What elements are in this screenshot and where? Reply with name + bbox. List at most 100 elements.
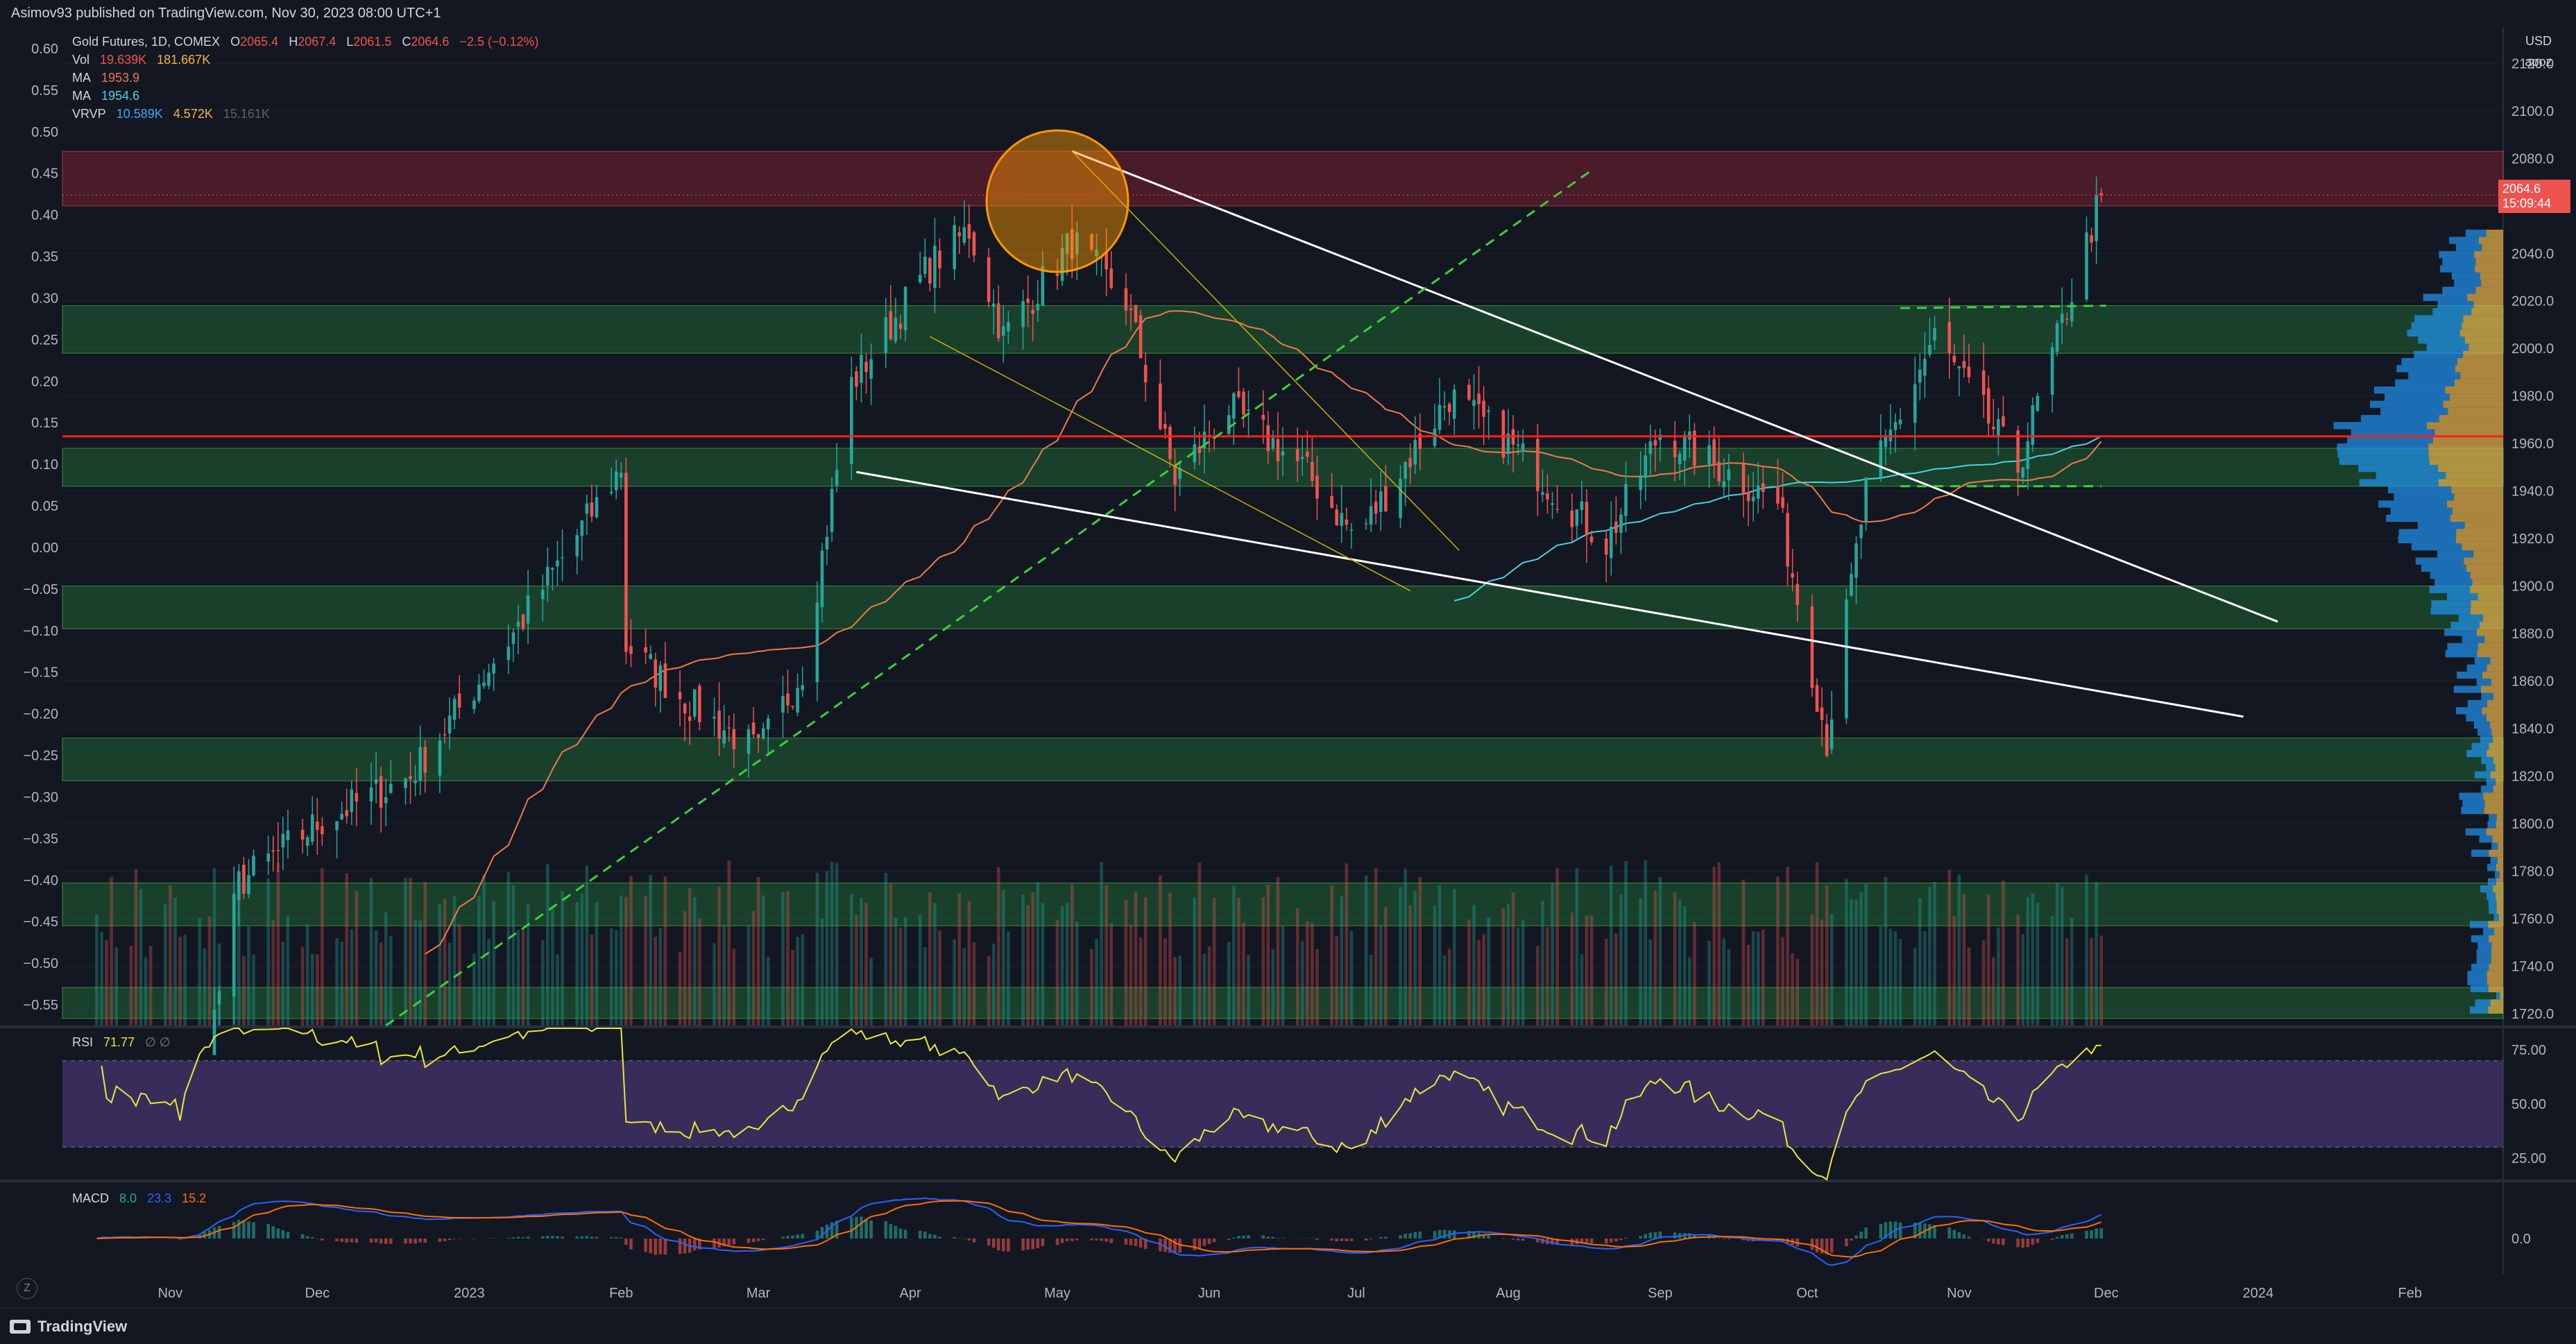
vrvp-bar-down [2453,507,2503,515]
macd-hist-bar [321,1239,324,1241]
volume-bar [345,873,349,1026]
volume-bar [791,950,794,1026]
price-tick: 2080.0 [2511,151,2554,167]
vrvp-bar-down [2475,287,2503,294]
volume-bar [1467,919,1471,1026]
price-chart[interactable]: 75.0050.0025.00 0.0 2120.02100.02080.020… [0,0,2576,1344]
vrvp-bar-up [2395,379,2455,386]
volume-bar [1541,901,1544,1026]
currency-label[interactable]: USD [2504,31,2573,51]
volume-bar [1511,892,1515,1026]
countdown: 15:09:44 [2502,196,2552,211]
volume-bar [252,954,255,1026]
macd-hist-bar [967,1239,971,1241]
left-scale-tick: −0.10 [23,624,58,639]
vrvp-bar-up [2462,799,2485,808]
volume-bar [991,943,996,1026]
vrvp-bar-up [2461,807,2484,815]
macd-hist-bar [1193,1239,1197,1250]
macd-hist-bar [1648,1232,1653,1239]
vrvp-bar-down [2496,778,2503,786]
macd-hist-bar [217,1225,221,1239]
volume-bar [898,927,903,1026]
candle-body [1947,321,1952,354]
volume-bar [1762,929,1765,1026]
volume-bar [1007,931,1010,1026]
volume-bar [1021,894,1025,1026]
volume-bar [506,872,511,1026]
volume-bar [1516,927,1520,1026]
macd-hist-bar [786,1236,790,1239]
candle-body [1002,326,1005,337]
candle-body [516,621,520,627]
rsi-label[interactable]: RSI [72,1035,93,1049]
candle-body [281,833,285,848]
macd-hist-bar [1653,1232,1657,1239]
vrvp-bar-down [2490,999,2503,1007]
volume-bar [321,868,324,1026]
volume-bar [1452,889,1456,1026]
vrvp-bar-up [2408,372,2461,380]
candle-body [1997,419,2000,436]
macd-hist-bar [1090,1239,1093,1241]
volume-bar [2099,935,2104,1026]
vrvp-bar-up [2414,315,2464,323]
zoom-button[interactable]: Z [17,1278,37,1299]
candle-body [835,470,839,486]
vrvp-bar-up [2486,764,2496,772]
vrvp-bar-up [2447,593,2478,601]
macd-hist-bar [1109,1239,1114,1243]
vrvp-bar-up [2487,878,2497,885]
volume-bar [1992,957,1995,1026]
candle-body [1335,509,1339,526]
vrvp-bar-up [2487,821,2496,828]
volume-bar [1967,947,1971,1026]
volume-bar [369,877,373,1026]
ma2-label[interactable]: MA [72,89,91,103]
left-scale-tick: 0.10 [31,457,58,473]
vrvp-bar-down [2491,942,2503,950]
volume-bar [1026,905,1030,1026]
volume-bar [242,955,246,1026]
candle-body [1555,509,1559,510]
time-axis-label: Nov [158,1286,183,1301]
macd-hist-bar [1031,1239,1035,1250]
vrvp-bar-up [2337,450,2429,458]
candle-body [698,686,701,722]
ma1-label[interactable]: MA [72,71,91,85]
candle-body [1369,506,1373,525]
volume-bar [526,904,530,1026]
top-highlight-circle [985,129,1129,273]
candle-body [242,865,246,894]
macd-hist-bar [418,1239,422,1243]
vrvp-bar-up [2426,343,2469,351]
vrvp-bar-up [2467,971,2487,978]
volume-bar [747,925,751,1026]
vol-label[interactable]: Vol [72,53,89,67]
candle-body [335,821,339,831]
candle-body [1981,370,1986,395]
vol-value-2: 181.667K [157,53,211,67]
candle-body [1482,400,1485,417]
volume-bar [1864,883,1868,1026]
currency-selector[interactable]: USD apoz [2503,31,2573,82]
volume-bar [1433,905,1437,1026]
left-scale-tick: −0.20 [23,707,58,722]
vrvp-bar-up [2444,629,2477,636]
candle-body [1727,469,1731,481]
volume-bar [585,865,589,1026]
volume-bar [884,873,888,1026]
macd-hist-bar [521,1237,525,1239]
volume-bar [561,891,564,1026]
macd-hist-bar [815,1230,819,1239]
macd-label[interactable]: MACD [72,1191,109,1205]
macd-hist-bar [1850,1239,1853,1241]
vrvp-label[interactable]: VRVP [72,107,106,121]
symbol-label[interactable]: Gold Futures, 1D, COMEX [72,35,220,49]
tradingview-logo[interactable]: TradingView [10,1318,127,1336]
macd-hist-bar [1418,1232,1422,1239]
left-scale-tick: 0.15 [31,416,58,431]
candle-body [506,647,511,661]
candle-body [1570,510,1574,527]
volume-bar [1335,936,1339,1026]
